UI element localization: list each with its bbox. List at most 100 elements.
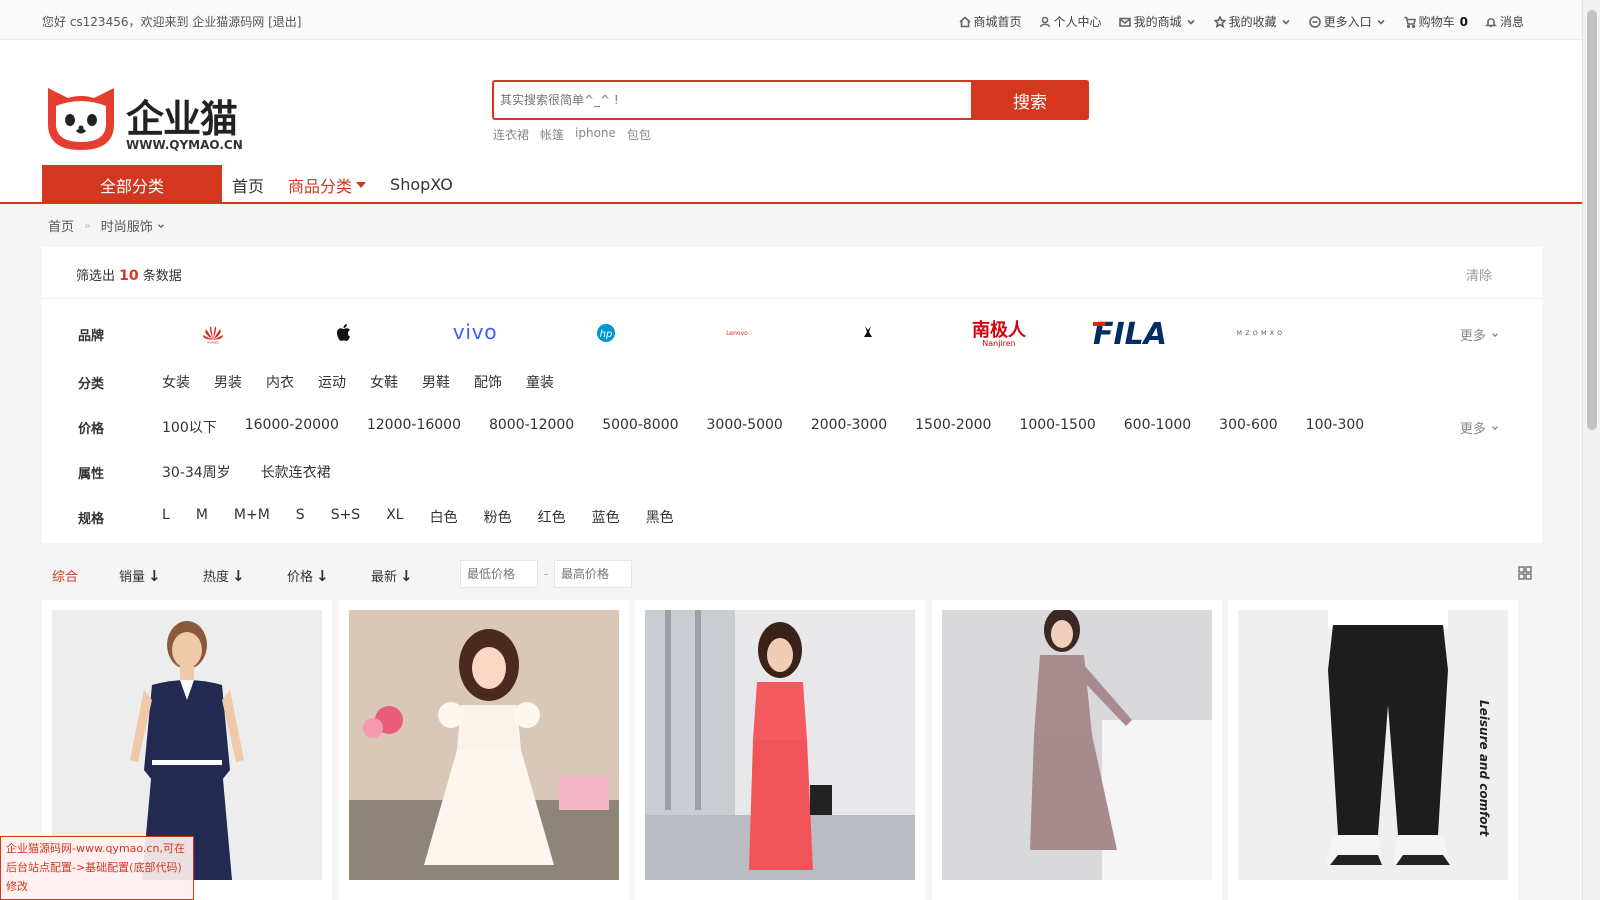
max-price-input[interactable] (554, 560, 632, 588)
topnav-favorites[interactable]: 我的收藏 (1213, 13, 1292, 30)
nanjiren-logo: 南极人 Nanjiren (972, 319, 1027, 348)
price-more-button[interactable]: 更多 (1460, 418, 1500, 437)
page-scrollbar[interactable] (1582, 0, 1600, 900)
hotword-link[interactable]: 帐篷 (540, 126, 564, 143)
nav-home[interactable]: 首页 (232, 173, 264, 197)
brand-more-button[interactable]: 更多 (1460, 325, 1500, 344)
spec-option[interactable]: S+S (331, 507, 361, 527)
category-option[interactable]: 男装 (214, 372, 242, 392)
search-bar: 搜索 (492, 80, 1089, 120)
topnav-messages[interactable]: 消息 (1485, 13, 1524, 30)
sort-popularity-label: 热度 (203, 570, 230, 585)
category-option[interactable]: 女装 (162, 372, 190, 392)
brand-vivo[interactable]: vivo (444, 313, 506, 353)
logout-link[interactable]: [退出] (268, 15, 301, 29)
price-option[interactable]: 3000-5000 (707, 417, 783, 437)
chevron-down-icon (1492, 333, 1498, 338)
product-card[interactable] (635, 600, 925, 900)
spec-option[interactable]: M (196, 507, 208, 527)
product-image[interactable] (645, 610, 915, 880)
category-option[interactable]: 配饰 (474, 372, 502, 392)
search-input[interactable] (500, 90, 960, 110)
grid-view-icon[interactable] (1518, 566, 1532, 580)
sort-sales[interactable]: 销量 ↓ (119, 566, 161, 585)
hotword-link[interactable]: 连衣裙 (493, 126, 529, 143)
spec-option[interactable]: 粉色 (484, 507, 512, 527)
filter-row-attribute: 属性 30-34周岁 长款连衣裙 (42, 457, 1542, 487)
spec-option[interactable]: 蓝色 (592, 507, 620, 527)
price-option[interactable]: 100以下 (162, 417, 217, 437)
price-option[interactable]: 1500-2000 (915, 417, 991, 437)
price-option[interactable]: 2000-3000 (811, 417, 887, 437)
star-icon (1213, 15, 1226, 28)
scrollbar-thumb[interactable] (1587, 10, 1597, 430)
spec-option[interactable]: 白色 (430, 507, 458, 527)
spec-option[interactable]: L (162, 507, 170, 527)
topnav-my-mall[interactable]: 我的商城 (1118, 13, 1197, 30)
site-logo[interactable]: 企业猫 WWW.QYMAO.CN (44, 84, 254, 154)
topnav-user-center[interactable]: 个人中心 (1039, 13, 1102, 30)
product-grid: Leisure and comfort (42, 600, 1542, 900)
huawei-logo: HUAWEI (203, 326, 223, 344)
brand-playboy[interactable] (768, 313, 968, 353)
attribute-option[interactable]: 长款连衣裙 (261, 462, 331, 482)
topnav-home-label: 商城首页 (973, 15, 1022, 29)
nav-shopxo[interactable]: ShopXO (390, 175, 453, 194)
topnav-home[interactable]: 商城首页 (958, 13, 1022, 30)
spec-option[interactable]: 黑色 (646, 507, 674, 527)
topnav-cart-label: 购物车 (1418, 15, 1455, 29)
product-card[interactable]: Leisure and comfort (1228, 600, 1518, 900)
category-option[interactable]: 女鞋 (370, 372, 398, 392)
white-lace-dress-image (349, 610, 619, 880)
price-option[interactable]: 5000-8000 (602, 417, 678, 437)
sort-newest[interactable]: 最新 ↓ (371, 566, 413, 585)
min-price-input[interactable] (460, 560, 538, 588)
hotword-link[interactable]: 包包 (627, 126, 651, 143)
hotword-link[interactable]: iphone (575, 126, 616, 143)
category-option[interactable]: 内衣 (266, 372, 294, 392)
sort-price[interactable]: 价格 ↓ (287, 566, 329, 585)
category-options: 女装 男装 内衣 运动 女鞋 男鞋 配饰 童装 (162, 372, 554, 392)
sort-default[interactable]: 综合 (52, 566, 78, 585)
price-option[interactable]: 1000-1500 (1019, 417, 1095, 437)
brand-fila[interactable]: FILA (1030, 313, 1230, 353)
product-image[interactable] (349, 610, 619, 880)
home-icon (958, 15, 971, 27)
brand-lenovo[interactable]: Lenovo (706, 313, 768, 353)
spec-option[interactable]: 红色 (538, 507, 566, 527)
spec-option[interactable]: XL (386, 507, 403, 527)
all-categories-button[interactable]: 全部分类 (42, 165, 222, 204)
category-option[interactable]: 童装 (526, 372, 554, 392)
brand-mzomxo[interactable]: MZOMXO (1230, 313, 1292, 353)
category-option[interactable]: 运动 (318, 372, 346, 392)
price-option[interactable]: 600-1000 (1124, 417, 1191, 437)
attribute-option[interactable]: 30-34周岁 (162, 462, 231, 482)
filter-row-spec: 规格 L M M+M S S+S XL 白色 粉色 红色 蓝色 黑色 (42, 502, 1542, 532)
product-card[interactable] (339, 600, 629, 900)
spec-option[interactable]: S (296, 507, 305, 527)
clear-filter-button[interactable]: 清除 (1466, 265, 1492, 284)
topnav-more[interactable]: 更多入口 (1308, 13, 1387, 30)
sort-popularity[interactable]: 热度 ↓ (203, 566, 245, 585)
nav-product-categories[interactable]: 商品分类 (288, 173, 367, 197)
topnav-cart[interactable]: 购物车 0 (1404, 13, 1468, 30)
price-option[interactable]: 8000-12000 (489, 417, 574, 437)
category-option[interactable]: 男鞋 (422, 372, 450, 392)
more-icon (1308, 15, 1321, 28)
breadcrumb-current[interactable]: 时尚服饰 (101, 216, 166, 235)
price-option[interactable]: 300-600 (1219, 417, 1278, 437)
brand-nanjiren[interactable]: 南极人 Nanjiren (968, 313, 1030, 353)
result-summary: 筛选出 10 条数据 (76, 265, 182, 284)
brand-apple[interactable] (244, 313, 444, 353)
brand-huawei[interactable]: HUAWEI (182, 313, 244, 353)
spec-option[interactable]: M+M (234, 507, 270, 527)
search-button[interactable]: 搜索 (971, 80, 1089, 120)
price-option[interactable]: 12000-16000 (367, 417, 461, 437)
product-image[interactable] (942, 610, 1212, 880)
product-image[interactable]: Leisure and comfort (1238, 610, 1508, 880)
brand-hp[interactable]: hp (506, 313, 706, 353)
breadcrumb-home[interactable]: 首页 (48, 216, 74, 235)
price-option[interactable]: 100-300 (1306, 417, 1365, 437)
price-option[interactable]: 16000-20000 (245, 417, 339, 437)
product-card[interactable] (932, 600, 1222, 900)
